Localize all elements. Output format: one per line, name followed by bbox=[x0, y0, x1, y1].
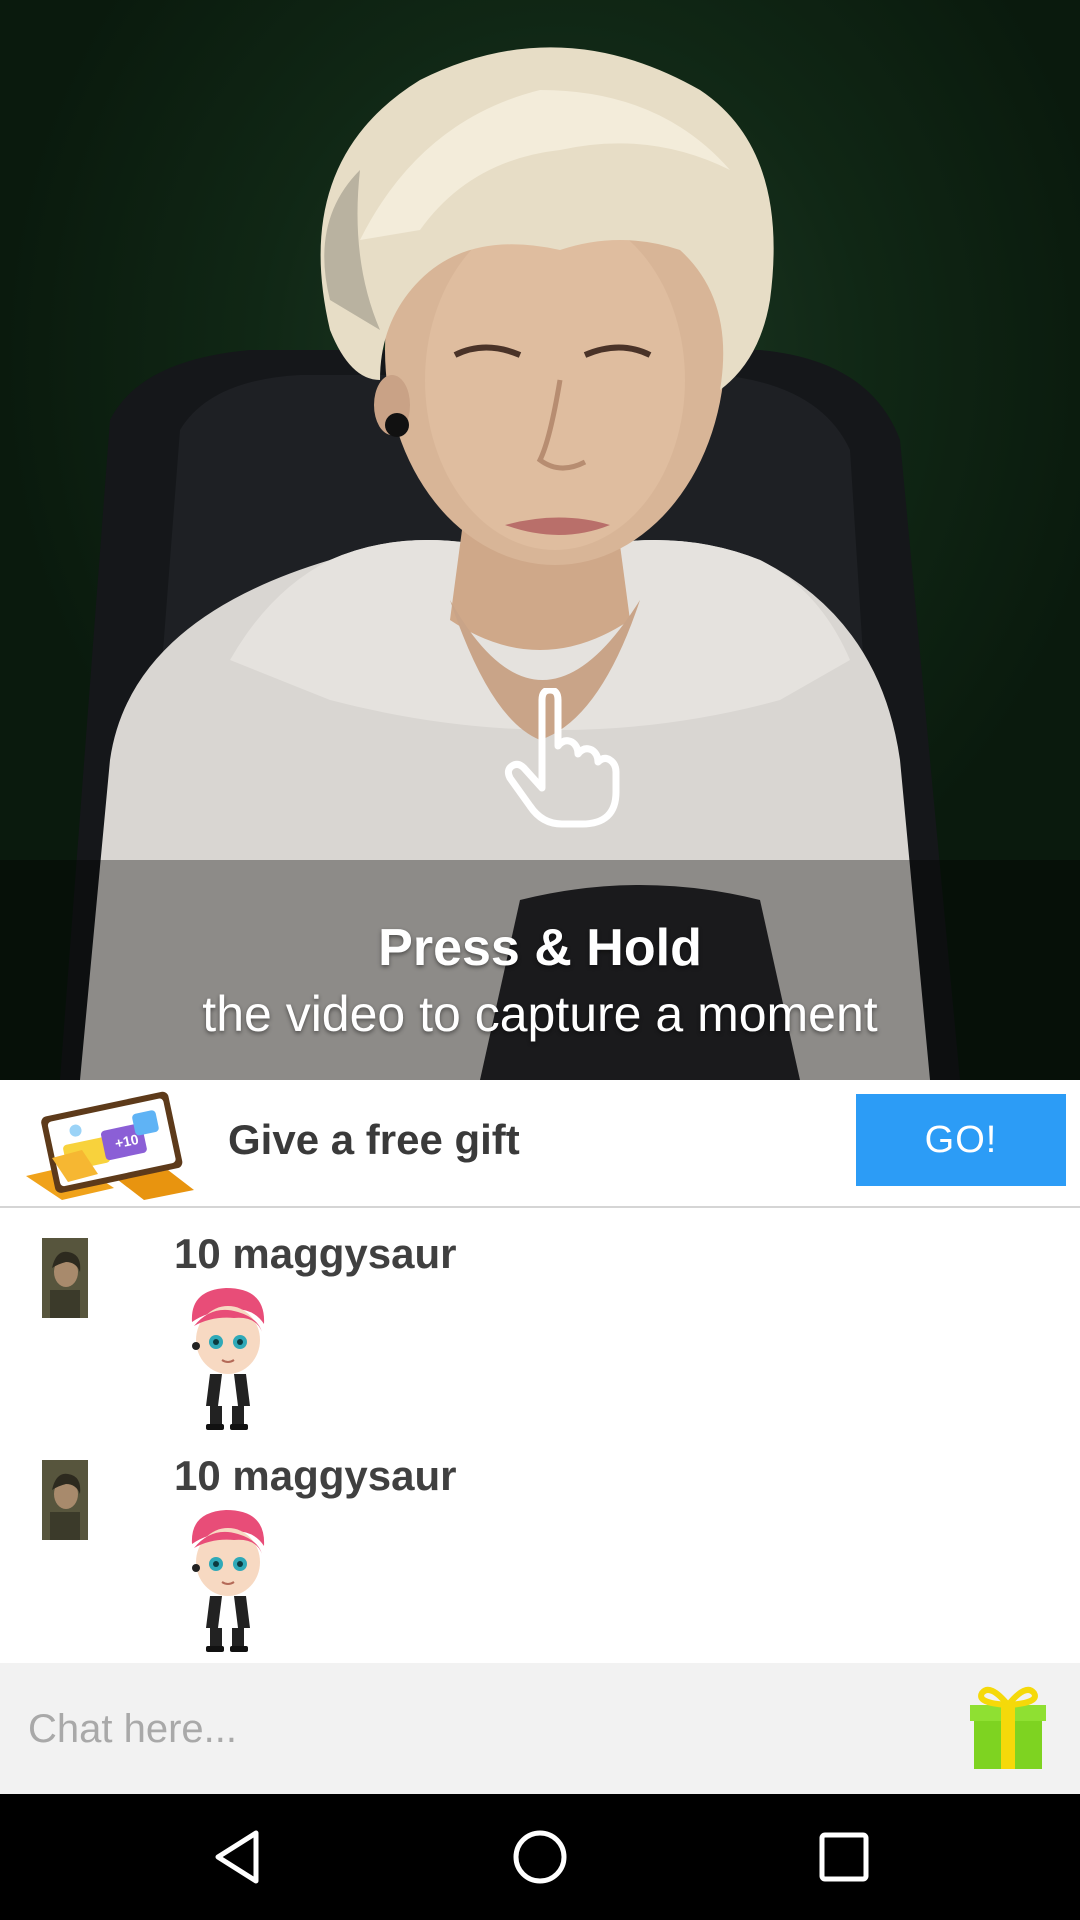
user-avatar[interactable] bbox=[42, 1460, 88, 1540]
user-avatar[interactable] bbox=[42, 1238, 88, 1318]
list-item: 10 maggysaur bbox=[0, 1208, 1080, 1430]
chat-input[interactable] bbox=[26, 1693, 930, 1765]
list-item: 10 maggysaur bbox=[0, 1430, 1080, 1652]
chat-bar bbox=[0, 1663, 1080, 1794]
avatar-photo bbox=[42, 1460, 88, 1540]
message-text: 10 maggysaur bbox=[174, 1452, 457, 1499]
video-stream[interactable]: Press & Hold the video to capture a mome… bbox=[0, 0, 1080, 1080]
system-nav-bar bbox=[0, 1794, 1080, 1920]
home-circle-icon[interactable] bbox=[510, 1827, 570, 1887]
free-gift-banner[interactable]: +10 Give a free gift GO! bbox=[0, 1080, 1080, 1208]
go-button[interactable]: GO! bbox=[856, 1094, 1066, 1186]
message-list[interactable]: 10 maggysaur 10 maggysaur bbox=[0, 1208, 1080, 1663]
avatar-photo bbox=[42, 1238, 88, 1318]
video-frame bbox=[0, 47, 1080, 1080]
message-text: 10 maggysaur bbox=[174, 1230, 457, 1277]
free-gift-text: Give a free gift bbox=[228, 1116, 520, 1163]
back-triangle-icon[interactable] bbox=[208, 1827, 268, 1887]
pink-hair-avatar-sticker bbox=[191, 1510, 265, 1652]
gift-box-icon[interactable] bbox=[970, 1681, 1046, 1773]
gift-ticket-art: +10 bbox=[26, 1091, 194, 1200]
app-screen: Press & Hold the video to capture a mome… bbox=[0, 0, 1080, 1920]
pink-hair-avatar-sticker bbox=[191, 1288, 265, 1430]
recents-square-icon[interactable] bbox=[814, 1827, 874, 1887]
